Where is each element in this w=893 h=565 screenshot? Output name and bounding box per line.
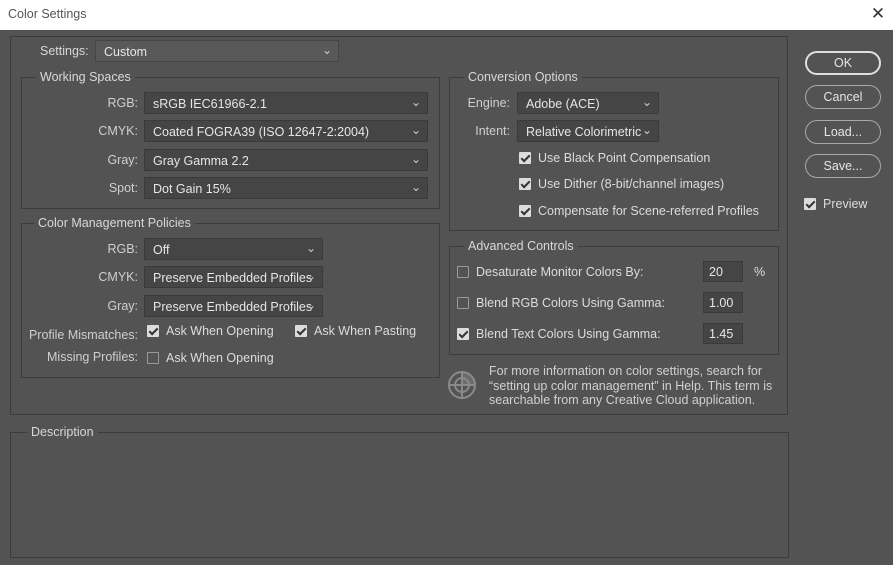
- ws-rgb-value: sRGB IEC61966-2.1: [153, 97, 267, 111]
- load-button[interactable]: Load...: [805, 120, 881, 144]
- chevron-down-icon: ⌄: [321, 43, 332, 57]
- missing-ask-when-opening-label: Ask When Opening: [166, 351, 274, 365]
- missing-ask-when-opening-checkbox[interactable]: [147, 352, 159, 364]
- blend-rgb-label: Blend RGB Colors Using Gamma:: [476, 296, 665, 310]
- ws-cmyk-label: CMYK:: [98, 124, 138, 138]
- description-title: Description: [27, 425, 98, 439]
- policy-cmyk-label: CMYK:: [98, 270, 138, 284]
- dither-checkbox[interactable]: [519, 178, 531, 190]
- color-wheel-icon: [447, 370, 477, 400]
- ws-cmyk-dropdown[interactable]: Coated FOGRA39 (ISO 12647-2:2004) ⌄: [144, 120, 428, 142]
- missing-profiles-label: Missing Profiles:: [47, 350, 138, 364]
- policy-gray-label: Gray:: [107, 299, 138, 313]
- ws-rgb-dropdown[interactable]: sRGB IEC61966-2.1 ⌄: [144, 92, 428, 114]
- window-title: Color Settings: [8, 7, 87, 21]
- chevron-down-icon: ⌄: [305, 298, 316, 312]
- working-spaces-title: Working Spaces: [36, 70, 135, 84]
- desaturate-label: Desaturate Monitor Colors By:: [476, 265, 644, 279]
- settings-label: Settings:: [40, 44, 89, 58]
- preview-checkbox[interactable]: [804, 198, 816, 210]
- chevron-down-icon: ⌄: [410, 152, 421, 166]
- ws-spot-label: Spot:: [108, 181, 138, 195]
- policy-rgb-value: Off: [153, 243, 170, 257]
- info-line-2: “setting up color management” in Help. T…: [489, 378, 773, 393]
- info-line-3: searchable from any Creative Cloud appli…: [489, 393, 756, 407]
- description-panel: [10, 432, 789, 558]
- black-point-label: Use Black Point Compensation: [538, 151, 711, 165]
- engine-value: Adobe (ACE): [526, 97, 600, 111]
- ask-when-pasting-checkbox[interactable]: [295, 325, 307, 337]
- settings-value: Custom: [104, 45, 148, 59]
- title-bar: [0, 0, 893, 30]
- ws-cmyk-value: Coated FOGRA39 (ISO 12647-2:2004): [153, 125, 370, 139]
- ok-button[interactable]: OK: [805, 51, 881, 75]
- blend-text-input[interactable]: 1.45: [703, 323, 743, 344]
- blend-text-checkbox[interactable]: [457, 328, 469, 340]
- policies-title: Color Management Policies: [34, 216, 195, 230]
- scene-referred-label: Compensate for Scene-referred Profiles: [538, 204, 759, 218]
- chevron-down-icon: ⌄: [641, 123, 652, 137]
- policy-cmyk-dropdown[interactable]: Preserve Embedded Profiles ⌄: [144, 266, 323, 288]
- ws-gray-value: Gray Gamma 2.2: [153, 154, 249, 168]
- engine-label: Engine:: [467, 96, 510, 110]
- profile-mismatches-label: Profile Mismatches:: [28, 328, 138, 342]
- blend-rgb-input[interactable]: 1.00: [703, 292, 743, 313]
- info-line-1: For more information on color settings, …: [489, 364, 763, 378]
- chevron-down-icon: ⌄: [641, 95, 652, 109]
- policy-rgb-label: RGB:: [107, 242, 138, 256]
- blend-rgb-checkbox[interactable]: [457, 297, 469, 309]
- desaturate-input[interactable]: 20: [703, 261, 743, 282]
- conversion-title: Conversion Options: [464, 70, 582, 84]
- ws-rgb-label: RGB:: [107, 96, 138, 110]
- info-text: For more information on color settings, …: [489, 364, 772, 408]
- policy-gray-dropdown[interactable]: Preserve Embedded Profiles ⌄: [144, 295, 323, 317]
- chevron-down-icon: ⌄: [305, 269, 316, 283]
- ask-when-pasting-label: Ask When Pasting: [314, 324, 417, 338]
- cancel-button[interactable]: Cancel: [805, 85, 881, 109]
- intent-dropdown[interactable]: Relative Colorimetric ⌄: [517, 120, 659, 142]
- scene-referred-checkbox[interactable]: [519, 205, 531, 217]
- engine-dropdown[interactable]: Adobe (ACE) ⌄: [517, 92, 659, 114]
- desaturate-checkbox[interactable]: [457, 266, 469, 278]
- ws-gray-dropdown[interactable]: Gray Gamma 2.2 ⌄: [144, 149, 428, 171]
- chevron-down-icon: ⌄: [410, 95, 421, 109]
- dither-label: Use Dither (8-bit/channel images): [538, 177, 725, 191]
- preview-label: Preview: [823, 197, 868, 211]
- close-icon[interactable]: ✕: [868, 4, 888, 24]
- blend-text-label: Blend Text Colors Using Gamma:: [476, 327, 661, 341]
- policy-gray-value: Preserve Embedded Profiles: [153, 300, 313, 314]
- ws-spot-value: Dot Gain 15%: [153, 182, 231, 196]
- ask-when-opening-label: Ask When Opening: [166, 324, 274, 338]
- black-point-checkbox[interactable]: [519, 152, 531, 164]
- intent-label: Intent:: [475, 124, 510, 138]
- chevron-down-icon: ⌄: [305, 241, 316, 255]
- advanced-title: Advanced Controls: [464, 239, 578, 253]
- ask-when-opening-checkbox[interactable]: [147, 325, 159, 337]
- desaturate-unit: %: [754, 265, 766, 279]
- ws-gray-label: Gray:: [107, 153, 138, 167]
- intent-value: Relative Colorimetric: [526, 125, 642, 139]
- chevron-down-icon: ⌄: [410, 123, 421, 137]
- policy-rgb-dropdown[interactable]: Off ⌄: [144, 238, 323, 260]
- chevron-down-icon: ⌄: [410, 180, 421, 194]
- save-button[interactable]: Save...: [805, 154, 881, 178]
- ws-spot-dropdown[interactable]: Dot Gain 15% ⌄: [144, 177, 428, 199]
- policy-cmyk-value: Preserve Embedded Profiles: [153, 271, 313, 285]
- settings-dropdown[interactable]: Custom ⌄: [95, 40, 339, 62]
